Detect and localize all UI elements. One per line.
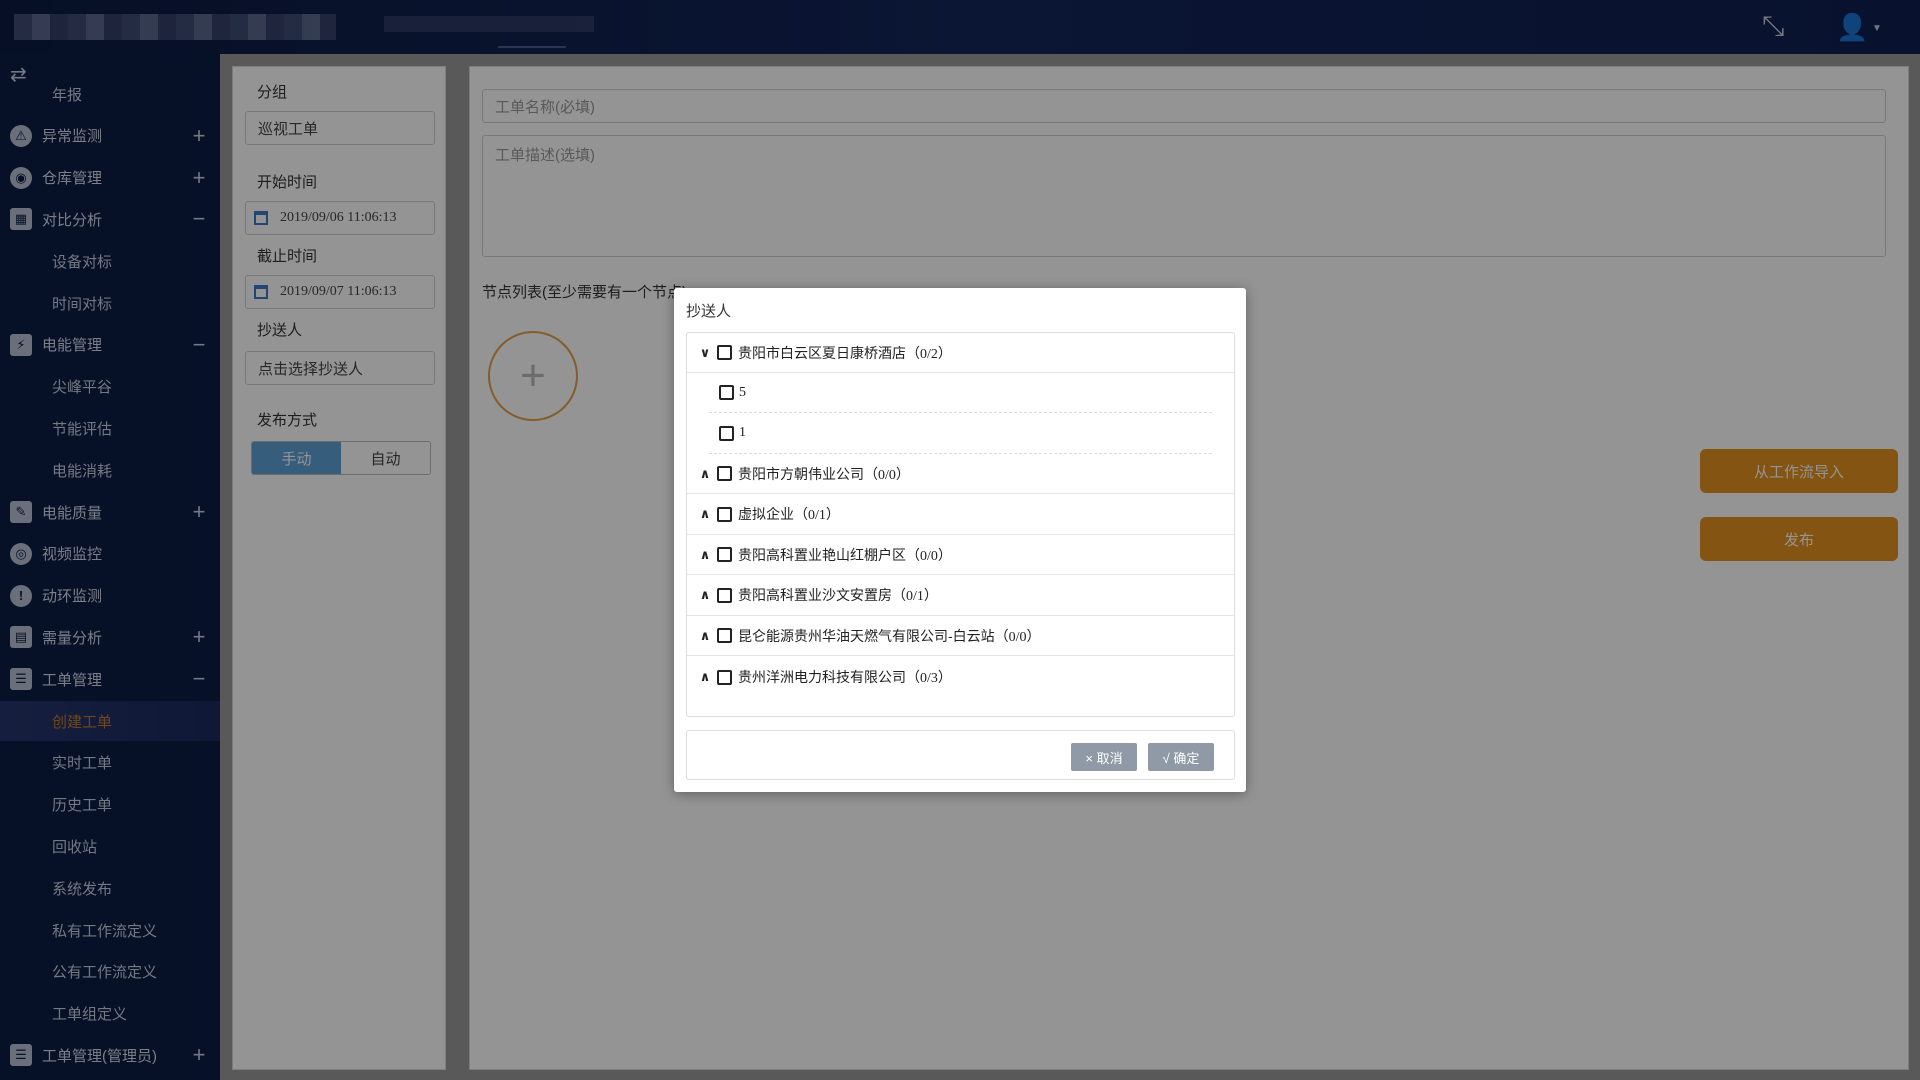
checkbox[interactable]: [717, 466, 732, 481]
tree-node-count: （0/0）: [994, 629, 1041, 645]
chevron-up-icon[interactable]: ∧: [697, 669, 713, 685]
tree-node-label: 贵阳高科置业艳山红棚户区: [738, 546, 906, 563]
tree-node-label: 贵阳市白云区夏日康桥酒店: [738, 344, 906, 361]
tree-node-label: 贵阳高科置业沙文安置房: [738, 587, 892, 604]
org-tree: ∨ 贵阳市白云区夏日康桥酒店 （0/2） 5 1 ∧ 贵阳市方朝伟业公司 （0/0） ∧ 虚拟企业…: [686, 332, 1235, 717]
checkbox[interactable]: [717, 628, 732, 644]
checkbox[interactable]: [719, 385, 734, 400]
modal-footer: × 取消 √ 确定: [686, 730, 1235, 780]
tree-node-label: 虚拟企业: [738, 506, 794, 523]
tree-node[interactable]: ∧ 贵阳市方朝伟业公司 （0/0）: [687, 454, 1234, 494]
confirm-button[interactable]: √ 确定: [1148, 743, 1214, 771]
chevron-up-icon[interactable]: ∧: [697, 587, 713, 603]
cancel-button[interactable]: × 取消: [1071, 743, 1137, 771]
tree-node[interactable]: ∧ 贵州洋洲电力科技有限公司 （0/3）: [687, 657, 1234, 697]
tree-node[interactable]: ∧ 贵阳高科置业沙文安置房 （0/1）: [687, 576, 1234, 616]
tree-child-label: 5: [739, 384, 746, 400]
modal-title: 抄送人: [686, 303, 732, 320]
tree-node[interactable]: ∧ 昆仑能源贵州华油天燃气有限公司-白云站 （0/0）: [687, 616, 1234, 657]
chevron-up-icon[interactable]: ∧: [697, 547, 713, 563]
tree-node-count: （0/1）: [892, 589, 938, 605]
cc-picker-modal: 抄送人 ∨ 贵阳市白云区夏日康桥酒店 （0/2） 5 1 ∧ 贵阳市方朝伟业公司 （0/0） ∧…: [674, 288, 1246, 792]
tree-node[interactable]: ∧ 虚拟企业 （0/1）: [687, 495, 1234, 535]
tree-child-node[interactable]: 1: [709, 414, 1212, 454]
tree-node-count: （0/2）: [906, 346, 952, 362]
chevron-up-icon[interactable]: ∧: [697, 628, 713, 644]
chevron-up-icon[interactable]: ∧: [697, 466, 713, 482]
checkbox[interactable]: [717, 587, 732, 603]
tree-child-label: 1: [739, 425, 746, 440]
tree-node-count: （0/3）: [906, 671, 952, 686]
checkbox[interactable]: [717, 506, 732, 522]
tree-node-label: 贵阳市方朝伟业公司: [738, 465, 864, 482]
tree-node-count: （0/0）: [906, 548, 952, 564]
checkbox[interactable]: [717, 547, 732, 563]
tree-node[interactable]: ∧ 贵阳高科置业艳山红棚户区 （0/0）: [687, 535, 1234, 576]
tree-node-label: 昆仑能源贵州华油天燃气有限公司-白云站: [738, 627, 995, 644]
chevron-down-icon[interactable]: ∨: [697, 345, 713, 361]
tree-node[interactable]: ∨ 贵阳市白云区夏日康桥酒店 （0/2）: [687, 333, 1234, 373]
tree-node-count: （0/1）: [794, 508, 840, 524]
checkbox[interactable]: [717, 669, 732, 685]
tree-node-label: 贵州洋洲电力科技有限公司: [738, 669, 906, 685]
checkbox[interactable]: [717, 345, 732, 360]
chevron-up-icon[interactable]: ∧: [697, 506, 713, 522]
tree-child-node[interactable]: 5: [709, 373, 1212, 413]
tree-node-count: （0/0）: [864, 467, 910, 483]
checkbox[interactable]: [719, 425, 734, 441]
